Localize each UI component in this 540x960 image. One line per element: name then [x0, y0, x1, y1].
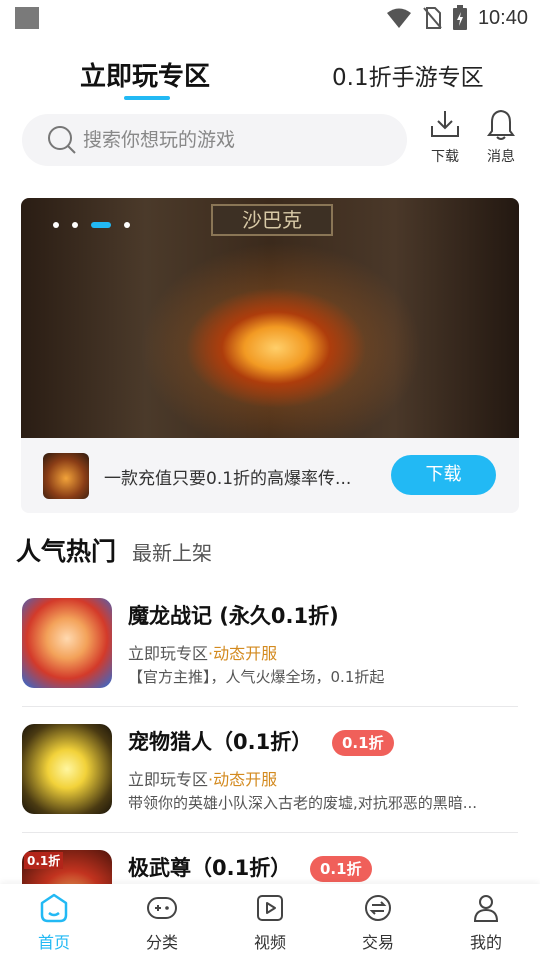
list-item[interactable]: 宠物猎人（0.1折） 0.1折 立即玩专区·动态开服 带领你的英雄小队深入古老的…	[22, 724, 518, 834]
nav-label: 视频	[253, 933, 286, 952]
nav-label: 分类	[145, 933, 178, 952]
nav-home[interactable]: 首页	[0, 884, 108, 960]
nav-label: 首页	[37, 933, 70, 952]
nav-trade[interactable]: 交易	[324, 884, 432, 960]
game-description: 【官方主推】，人气火爆全场，0.1折起	[128, 668, 385, 686]
nav-label: 我的	[469, 933, 502, 952]
carousel-dot	[124, 222, 130, 228]
game-source-label: 立即玩专区	[128, 644, 209, 663]
gamepad-icon	[147, 897, 177, 919]
divider	[22, 832, 518, 833]
game-title: 宠物猎人（0.1折）	[128, 730, 313, 754]
status-icons: 10:40	[386, 4, 528, 32]
messages-label: 消息	[487, 149, 515, 165]
game-icon	[22, 598, 112, 688]
game-icon-badge-text: 0.1折	[24, 852, 64, 869]
search-bar[interactable]	[22, 114, 407, 166]
banner-description: 一款充值只要0.1折的高爆率传...	[104, 469, 352, 489]
nav-video[interactable]: 视频	[216, 884, 324, 960]
tab-instant-play[interactable]: 立即玩专区	[80, 56, 210, 93]
list-item[interactable]: 魔龙战记 (永久0.1折) 立即玩专区·动态开服 【官方主推】，人气火爆全场，0…	[22, 598, 518, 708]
carousel-dot-active	[91, 222, 111, 228]
game-source: 立即玩专区·动态开服	[128, 640, 277, 664]
user-icon	[473, 895, 499, 922]
nav-category[interactable]: 分类	[108, 884, 216, 960]
top-tabs: 立即玩专区 0.1折手游专区	[0, 50, 540, 102]
bottom-nav: 首页 分类 视频 交易 我的	[0, 884, 540, 960]
nav-profile[interactable]: 我的	[432, 884, 540, 960]
game-description: 带领你的英雄小队深入古老的废墟,对抗邪恶的黑暗...	[128, 794, 478, 812]
banner-image[interactable]: 沙巴克	[21, 198, 519, 438]
clock: 10:40	[477, 6, 528, 29]
tab-newest[interactable]: 最新上架	[132, 537, 212, 568]
notification-icon	[15, 7, 39, 29]
banner-download-button[interactable]: 下载	[391, 455, 496, 495]
status-bar: 10:40	[0, 0, 540, 36]
game-icon	[22, 724, 112, 814]
game-tag: ·动态开服	[208, 770, 278, 789]
game-tag: ·动态开服	[208, 644, 278, 663]
download-button[interactable]: 下载	[420, 108, 470, 166]
game-title: 极武尊（0.1折）	[128, 856, 292, 880]
divider	[22, 706, 518, 707]
discount-badge: 0.1折	[310, 856, 372, 882]
battery-charging-icon	[452, 5, 467, 30]
exchange-icon	[365, 895, 391, 921]
game-source: 立即玩专区·动态开服	[128, 766, 277, 790]
tab-discount-games[interactable]: 0.1折手游专区	[332, 58, 484, 92]
active-tab-indicator	[124, 96, 170, 100]
section-tabs: 人气热门 最新上架	[16, 528, 212, 568]
game-source-label: 立即玩专区	[128, 770, 209, 789]
no-sim-icon	[423, 7, 442, 29]
game-title: 魔龙战记 (永久0.1折)	[128, 604, 339, 628]
tab-popular[interactable]: 人气热门	[16, 532, 116, 568]
search-icon	[48, 126, 76, 154]
carousel-dot	[72, 222, 78, 228]
banner-sign: 沙巴克	[211, 204, 333, 236]
video-icon	[257, 895, 283, 921]
carousel-dots	[53, 222, 130, 228]
nav-label: 交易	[361, 933, 394, 952]
home-icon	[40, 893, 68, 923]
search-input[interactable]	[83, 129, 383, 151]
banner-carousel[interactable]: 沙巴克 一款充值只要0.1折的高爆率传... 下载	[21, 198, 519, 513]
discount-badge: 0.1折	[332, 730, 394, 756]
messages-button[interactable]: 消息	[476, 108, 526, 166]
download-label: 下载	[431, 149, 459, 165]
wifi-icon	[386, 8, 411, 28]
banner-game-icon	[43, 453, 89, 499]
banner-footer: 一款充值只要0.1折的高爆率传... 下载	[21, 438, 519, 513]
carousel-dot	[53, 222, 59, 228]
download-icon	[431, 111, 459, 137]
bell-icon	[487, 109, 515, 140]
